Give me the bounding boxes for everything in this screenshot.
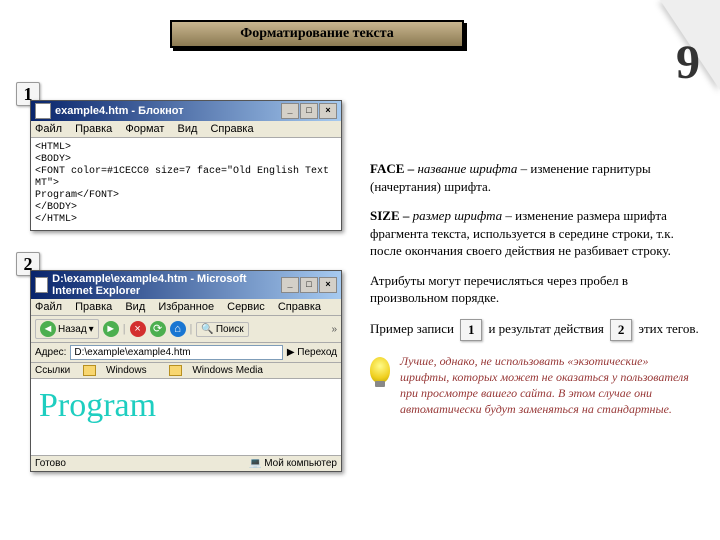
- search-label: Поиск: [216, 324, 244, 335]
- maximize-button[interactable]: □: [300, 277, 318, 293]
- ie-window: D:\example\example4.htm - Microsoft Inte…: [30, 270, 342, 472]
- window-buttons: _ □ ×: [280, 277, 337, 293]
- ie-menubar: Файл Правка Вид Избранное Сервис Справка: [31, 299, 341, 316]
- page-number: 9: [676, 35, 700, 90]
- menu-help[interactable]: Справка: [278, 301, 321, 313]
- notepad-window: example4.htm - Блокнот _ □ × Файл Правка…: [30, 100, 342, 231]
- menu-file[interactable]: Файл: [35, 123, 62, 135]
- go-label: Переход: [297, 347, 337, 358]
- address-bar: Адрес: D:\example\example4.htm ▶ Переход: [31, 343, 341, 363]
- menu-tools[interactable]: Сервис: [227, 301, 265, 313]
- code-line: </HTML>: [35, 214, 337, 226]
- stop-button[interactable]: ×: [130, 321, 146, 337]
- menu-favorites[interactable]: Избранное: [158, 301, 214, 313]
- ie-toolbar: ◄Назад ▾ ► | × ⟳ ⌂ | 🔍 Поиск »: [31, 316, 341, 343]
- ie-titlebar: D:\example\example4.htm - Microsoft Inte…: [31, 271, 341, 299]
- ie-title: D:\example\example4.htm - Microsoft Inte…: [52, 273, 280, 297]
- code-line: <HTML>: [35, 142, 337, 154]
- forward-button[interactable]: ►: [103, 321, 119, 337]
- ie-viewport: Program: [31, 379, 341, 455]
- window-buttons: _ □ ×: [280, 103, 337, 119]
- inline-badge-2: 2: [610, 319, 632, 341]
- menu-edit[interactable]: Правка: [75, 301, 112, 313]
- code-line: <BODY>: [35, 154, 337, 166]
- menu-view[interactable]: Вид: [125, 301, 145, 313]
- notepad-title: example4.htm - Блокнот: [55, 105, 184, 117]
- notepad-body[interactable]: <HTML> <BODY> <FONT color=#1CECC0 size=7…: [31, 138, 341, 230]
- tip-text: Лучше, однако, не использовать «экзотиче…: [400, 353, 700, 418]
- home-button[interactable]: ⌂: [170, 321, 186, 337]
- inline-badge-1: 1: [460, 319, 482, 341]
- ie-statusbar: Готово 💻 Мой компьютер: [31, 455, 341, 471]
- notepad-titlebar: example4.htm - Блокнот _ □ ×: [31, 101, 341, 121]
- address-label: Адрес:: [35, 347, 66, 358]
- code-line: </BODY>: [35, 202, 337, 214]
- links-label: Ссылки: [35, 365, 70, 376]
- refresh-button[interactable]: ⟳: [150, 321, 166, 337]
- para-size: SIZE – размер шрифта – изменение размера…: [370, 207, 700, 260]
- minimize-button[interactable]: _: [281, 103, 299, 119]
- notepad-icon: [35, 103, 51, 119]
- menu-view[interactable]: Вид: [177, 123, 197, 135]
- back-button[interactable]: ◄Назад ▾: [35, 319, 99, 339]
- search-button[interactable]: 🔍 Поиск: [196, 322, 248, 337]
- explanation-text: FACE – название шрифта – изменение гарни…: [370, 160, 700, 418]
- status-right: 💻 Мой компьютер: [249, 458, 337, 469]
- menu-format[interactable]: Формат: [125, 123, 164, 135]
- links-bar: Ссылки Windows Windows Media: [31, 363, 341, 379]
- toolbar-overflow-icon[interactable]: »: [331, 324, 337, 335]
- folder-icon: [169, 365, 182, 376]
- para-attrs: Атрибуты могут перечисляться через пробе…: [370, 272, 700, 307]
- menu-help[interactable]: Справка: [210, 123, 253, 135]
- code-line: <FONT color=#1CECC0 size=7 face="Old Eng…: [35, 166, 337, 190]
- menu-edit[interactable]: Правка: [75, 123, 112, 135]
- folder-icon: [83, 365, 96, 376]
- rendered-text: Program: [39, 387, 333, 425]
- link-windows[interactable]: Windows: [83, 365, 157, 376]
- menu-file[interactable]: Файл: [35, 301, 62, 313]
- tip-block: Лучше, однако, не использовать «экзотиче…: [370, 353, 700, 418]
- close-button[interactable]: ×: [319, 103, 337, 119]
- back-icon: ◄: [40, 321, 56, 337]
- back-label: Назад: [58, 324, 87, 335]
- para-example: Пример записи 1 и результат действия 2 э…: [370, 319, 700, 341]
- link-windows-media[interactable]: Windows Media: [169, 365, 273, 376]
- maximize-button[interactable]: □: [300, 103, 318, 119]
- notepad-menubar: Файл Правка Формат Вид Справка: [31, 121, 341, 138]
- ie-icon: [35, 277, 48, 293]
- lightbulb-icon: [370, 357, 390, 383]
- close-button[interactable]: ×: [319, 277, 337, 293]
- slide-title: Форматирование текста: [170, 20, 464, 48]
- minimize-button[interactable]: _: [281, 277, 299, 293]
- para-face: FACE – название шрифта – изменение гарни…: [370, 160, 700, 195]
- code-line: Program</FONT>: [35, 190, 337, 202]
- status-left: Готово: [35, 458, 66, 469]
- go-button[interactable]: ▶ Переход: [287, 347, 337, 358]
- address-input[interactable]: D:\example\example4.htm: [70, 345, 282, 360]
